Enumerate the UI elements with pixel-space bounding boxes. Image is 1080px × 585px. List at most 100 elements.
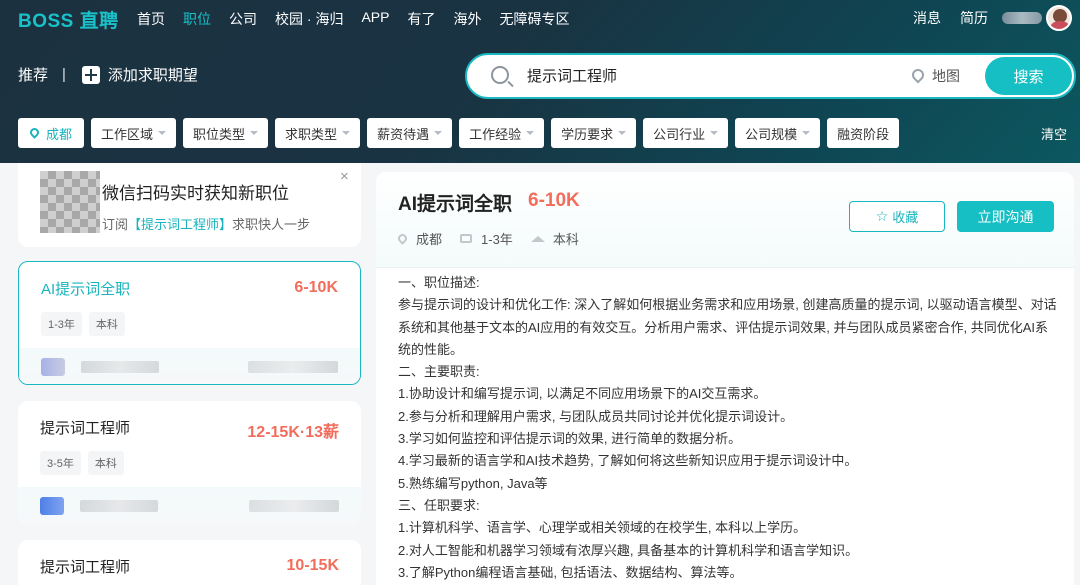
- desc-line: 2.参与分析和理解用户需求, 与团队成员共同讨论并优化提示词设计。: [398, 408, 794, 424]
- filter-label: 工作经验: [469, 126, 522, 142]
- nav-home[interactable]: 首页: [137, 9, 165, 29]
- nav-app[interactable]: APP: [361, 9, 389, 29]
- meta-city-label: 成都: [416, 232, 443, 247]
- page-header: BOSS 直聘 首页 职位 公司 校园 · 海归 APP 有了 海外 无障碍专区…: [0, 0, 1080, 163]
- meta-education: 本科: [530, 229, 579, 248]
- search-bar: 地图 搜索: [465, 53, 1076, 99]
- nav-youle[interactable]: 有了: [407, 9, 435, 29]
- chevron-down-icon: [802, 131, 811, 135]
- boss-logo[interactable]: BOSS 直聘: [18, 6, 119, 33]
- desc-line: 4.学习最新的语言学和AI技术趋势, 了解如何将这些新知识应用于提示词设计中。: [398, 453, 858, 469]
- filter-label: 公司规模: [745, 126, 798, 142]
- job-card-title: 提示词工程师: [40, 420, 131, 437]
- company-area-blurred: [249, 500, 339, 512]
- filter-job-type[interactable]: 职位类型: [183, 118, 269, 148]
- star-icon: ☆: [875, 208, 889, 224]
- job-detail-header: AI提示词全职 6-10K 成都 1-3年 本科 ☆ 收藏 立即沟通: [376, 172, 1074, 268]
- job-card-salary: 10-15K: [286, 557, 339, 574]
- filter-label: 工作区域: [101, 126, 154, 142]
- nav-jobs[interactable]: 职位: [183, 9, 211, 29]
- job-detail-meta: 成都 1-3年 本科: [396, 229, 597, 248]
- nav-campus[interactable]: 校园 · 海归: [275, 9, 343, 29]
- filter-label: 薪资待遇: [377, 126, 430, 142]
- filter-label: 职位类型: [193, 126, 246, 142]
- subscribe-card: 微信扫码实时获知新职位 订阅【提示词工程师】求职快人一步 ×: [18, 163, 361, 247]
- favorite-button[interactable]: ☆ 收藏: [849, 201, 945, 232]
- job-card[interactable]: AI提示词全职 6-10K 1-3年 本科: [18, 261, 361, 385]
- close-icon[interactable]: ×: [340, 168, 349, 185]
- desc-line: 一、职位描述:: [398, 275, 480, 290]
- chevron-down-icon: [710, 131, 719, 135]
- desc-line: 1.计算机科学、语言学、心理学或相关领域的在校学生, 本科以上学历。: [398, 520, 807, 536]
- nav-overseas[interactable]: 海外: [453, 9, 481, 29]
- desc-line: 3.了解Python编程语言基础, 包括语法、数据结构、算法等。: [398, 564, 743, 580]
- filter-label: 融资阶段: [837, 126, 890, 142]
- job-card[interactable]: 提示词工程师 12-15K·13薪 3-5年 本科: [18, 401, 361, 525]
- add-expectation-link[interactable]: 添加求职期望: [108, 64, 198, 85]
- plus-icon[interactable]: [81, 65, 100, 84]
- tag-education: 本科: [88, 312, 125, 336]
- map-button[interactable]: 地图: [909, 66, 960, 86]
- chevron-down-icon: [250, 131, 259, 135]
- tag-education: 本科: [87, 451, 124, 475]
- company-logo-blurred: [40, 497, 64, 515]
- search-button[interactable]: 搜索: [985, 57, 1072, 95]
- filter-seek-type[interactable]: 求职类型: [275, 118, 361, 148]
- filter-experience[interactable]: 工作经验: [459, 118, 545, 148]
- subscribe-suffix: 求职快人一步: [232, 217, 311, 232]
- filter-area[interactable]: 工作区域: [91, 118, 177, 148]
- chevron-down-icon: [526, 131, 535, 135]
- nav-companies[interactable]: 公司: [229, 9, 257, 29]
- filter-company-size[interactable]: 公司规模: [735, 118, 821, 148]
- filter-funding[interactable]: 融资阶段: [827, 118, 900, 148]
- desc-line: 三、任职要求:: [398, 497, 480, 513]
- job-card-salary: 6-10K: [294, 279, 338, 296]
- subscribe-title: 微信扫码实时获知新职位: [102, 184, 289, 203]
- location-icon: [28, 125, 41, 139]
- filter-label: 公司行业: [653, 126, 706, 142]
- meta-city: 成都: [396, 229, 443, 248]
- wechat-qr-code: [40, 171, 100, 233]
- desc-line: 1.协助设计和编写提示词, 以满足不同应用场景下的AI交互需求。: [398, 386, 767, 402]
- search-input[interactable]: [527, 67, 897, 84]
- company-row: [19, 348, 360, 384]
- map-label: 地图: [932, 68, 960, 84]
- user-avatar[interactable]: [1046, 5, 1072, 31]
- recommend-tab[interactable]: 推荐: [18, 64, 48, 85]
- job-detail-salary: 6-10K: [528, 190, 580, 211]
- desc-line: 5.熟练编写python, Java等: [398, 475, 548, 491]
- graduation-cap-icon: [530, 235, 545, 242]
- filter-salary[interactable]: 薪资待遇: [367, 118, 453, 148]
- nav-menu: 首页 职位 公司 校园 · 海归 APP 有了 海外 无障碍专区: [137, 9, 587, 29]
- desc-line: 2.对人工智能和机器学习领域有浓厚兴趣, 具备基本的计算机科学和语言学知识。: [398, 542, 859, 558]
- filter-education[interactable]: 学历要求: [551, 118, 637, 148]
- clear-filters-button[interactable]: 清空: [1041, 124, 1067, 143]
- desc-line: 3.学习如何监控和评估提示词的效果, 进行简单的数据分析。: [398, 431, 742, 447]
- job-card[interactable]: 提示词工程师 10-15K: [18, 540, 361, 585]
- company-logo-blurred: [41, 358, 65, 376]
- meta-education-label: 本科: [552, 232, 579, 247]
- filter-label: 求职类型: [285, 126, 338, 142]
- top-nav: BOSS 直聘 首页 职位 公司 校园 · 海归 APP 有了 海外 无障碍专区…: [0, 0, 1080, 36]
- tag-experience: 1-3年: [41, 312, 82, 336]
- search-icon: [491, 66, 509, 84]
- chevron-down-icon: [618, 131, 627, 135]
- job-card-tags: 1-3年 本科: [41, 312, 132, 336]
- subscribe-desc: 订阅【提示词工程师】求职快人一步: [102, 214, 310, 233]
- nav-messages[interactable]: 消息: [913, 8, 941, 28]
- filter-industry[interactable]: 公司行业: [643, 118, 729, 148]
- favorite-label: 收藏: [892, 210, 919, 225]
- company-row: [18, 487, 361, 525]
- filter-bar: 成都 工作区域 职位类型 求职类型 薪资待遇 工作经验 学历要求 公司行业 公司…: [18, 118, 906, 148]
- job-description: 一、职位描述: 参与提示词的设计和优化工作: 深入了解如何根据业务需求和应用场景…: [398, 272, 1058, 584]
- expectation-bar: 推荐 | 添加求职期望: [18, 64, 198, 85]
- chat-now-button[interactable]: 立即沟通: [957, 201, 1054, 232]
- company-name-blurred: [81, 361, 159, 373]
- username-blurred[interactable]: [1002, 12, 1042, 24]
- job-card-tags: 3-5年 本科: [40, 451, 131, 475]
- filter-city[interactable]: 成都: [18, 118, 85, 148]
- nav-user-area: 消息 简历: [913, 0, 1080, 36]
- nav-resume[interactable]: 简历: [960, 8, 988, 28]
- nav-accessibility[interactable]: 无障碍专区: [499, 9, 569, 29]
- company-name-blurred: [80, 500, 158, 512]
